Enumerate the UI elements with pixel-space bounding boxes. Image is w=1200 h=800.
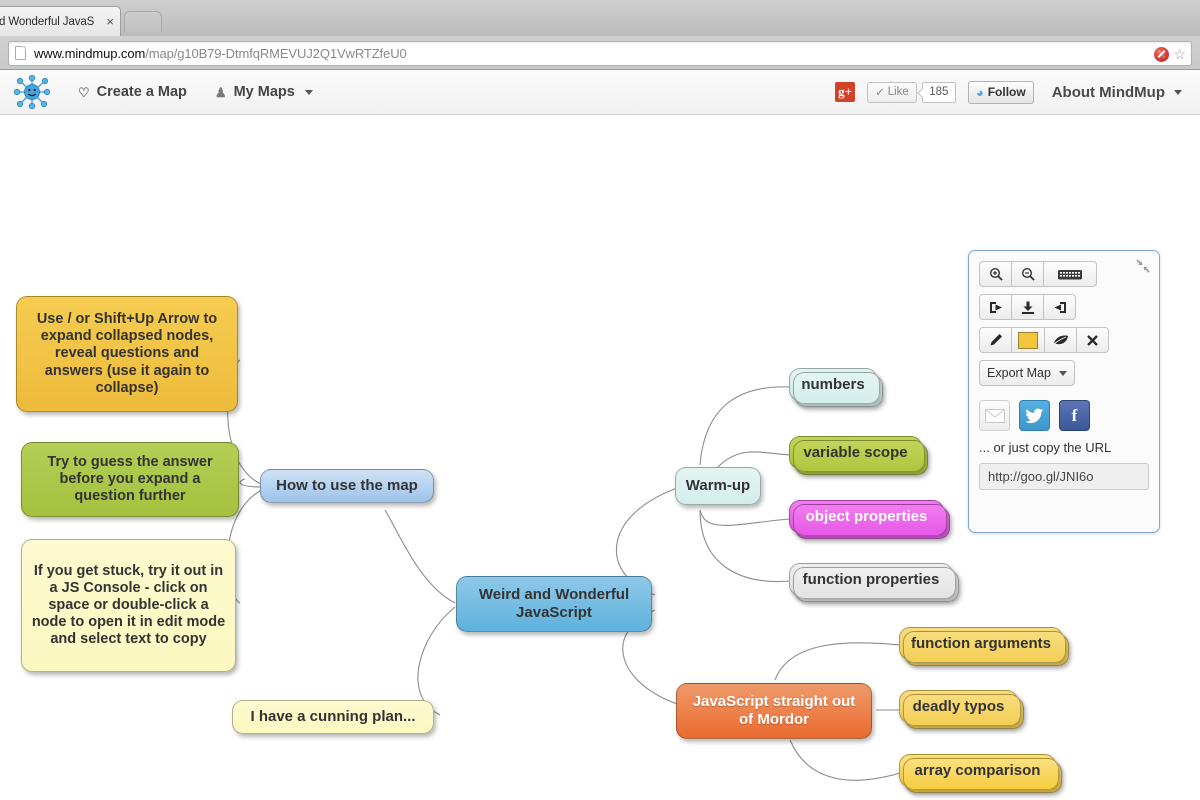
- mindmap-node[interactable]: function properties: [789, 563, 953, 596]
- chevron-down-icon: [305, 90, 313, 95]
- chevron-down-icon: [1059, 371, 1067, 376]
- page-document-icon: [15, 46, 26, 60]
- url-path: /map/g10B79-DtmfqRMEVUJ2Q1VwRTZfeU0: [145, 46, 406, 61]
- mindmap-node[interactable]: variable scope: [789, 436, 922, 469]
- map-toolbar-panel: Export Map f ... or just copy the URL: [968, 250, 1160, 533]
- tab-close-icon[interactable]: ×: [102, 15, 114, 28]
- short-url-input[interactable]: [979, 463, 1149, 490]
- follow-button-label: Follow: [988, 85, 1026, 99]
- address-bar-text: www.mindmup.com/map/g10B79-DtmfqRMEVUJ2Q…: [34, 46, 407, 61]
- mindmap-node-root[interactable]: Weird and Wonderful JavaScript: [456, 576, 652, 632]
- chevron-down-icon: [1174, 90, 1182, 95]
- like-button[interactable]: ✓ Like: [867, 82, 917, 103]
- tab-title: d Wonderful JavaS: [0, 16, 102, 28]
- zoom-out-button[interactable]: [1011, 261, 1044, 287]
- tab-strip: d Wonderful JavaS ×: [0, 0, 1200, 36]
- mindmap-node[interactable]: Use / or Shift+Up Arrow to expand collap…: [16, 296, 238, 412]
- delete-node-button[interactable]: [1076, 327, 1109, 353]
- mindmap-node[interactable]: I have a cunning plan...: [232, 700, 434, 734]
- check-icon: ✓: [875, 85, 885, 99]
- blocked-content-icon[interactable]: [1154, 47, 1169, 62]
- mindmap-node[interactable]: How to use the map: [260, 469, 434, 503]
- mindmap-canvas[interactable]: Use / or Shift+Up Arrow to expand collap…: [0, 115, 1200, 800]
- like-button-label: Like: [888, 86, 909, 98]
- mindmap-node[interactable]: array comparison: [899, 754, 1056, 787]
- keyboard-shortcuts-button[interactable]: [1043, 261, 1097, 287]
- mindmap-node[interactable]: numbers: [789, 368, 877, 401]
- share-social-row: f: [979, 400, 1149, 431]
- address-bar[interactable]: www.mindmup.com/map/g10B79-DtmfqRMEVUJ2Q…: [8, 41, 1192, 66]
- copy-url-label: ... or just copy the URL: [979, 440, 1149, 455]
- zoom-button-group: [979, 261, 1149, 287]
- url-bar-row: www.mindmup.com/map/g10B79-DtmfqRMEVUJ2Q…: [0, 36, 1200, 70]
- mindmap-node[interactable]: Try to guess the answer before you expan…: [21, 442, 239, 517]
- like-count-badge: 185: [922, 82, 956, 103]
- user-icon: ♟: [215, 86, 227, 99]
- nav-my-maps-label: My Maps: [234, 84, 295, 100]
- address-bar-icons: ☆: [1154, 42, 1186, 67]
- lightbulb-icon: ♡: [78, 86, 90, 99]
- facebook-share-icon[interactable]: f: [1059, 400, 1090, 431]
- twitter-bird-icon: ◕: [976, 86, 984, 99]
- nav-my-maps[interactable]: ♟ My Maps: [201, 84, 327, 100]
- new-tab-button[interactable]: [124, 11, 162, 32]
- style-button-group: [979, 327, 1149, 353]
- export-map-label: Export Map: [987, 366, 1051, 380]
- nav-create-a-map[interactable]: ♡ Create a Map: [64, 84, 201, 100]
- pencil-edit-button[interactable]: [979, 327, 1012, 353]
- mindmap-node[interactable]: object properties: [789, 500, 944, 533]
- mindmap-node[interactable]: Warm-up: [675, 467, 761, 505]
- browser-chrome: d Wonderful JavaS × www.mindmup.com/map/…: [0, 0, 1200, 70]
- nav-create-a-map-label: Create a Map: [97, 84, 187, 100]
- twitter-share-icon[interactable]: [1019, 400, 1050, 431]
- twitter-follow-button[interactable]: ◕ Follow: [968, 81, 1034, 104]
- browser-tab[interactable]: d Wonderful JavaS ×: [0, 6, 121, 36]
- mindmup-logo-icon[interactable]: [14, 74, 50, 110]
- mindmap-node[interactable]: deadly typos: [899, 690, 1018, 723]
- download-map-button[interactable]: [1011, 294, 1044, 320]
- node-color-swatch-button[interactable]: [1011, 327, 1045, 353]
- bookmark-star-icon[interactable]: ☆: [1173, 47, 1186, 61]
- nav-about-label: About MindMup: [1052, 84, 1165, 101]
- url-domain: www.mindmup.com: [34, 46, 145, 61]
- collapse-panel-icon[interactable]: [1135, 258, 1151, 274]
- facebook-like-widget: ✓ Like 185: [867, 82, 956, 103]
- nav-right-group: g+ ✓ Like 185 ◕ Follow About MindMup: [835, 81, 1186, 104]
- app-navbar: ♡ Create a Map ♟ My Maps g+ ✓ Like 185 ◕…: [0, 70, 1200, 115]
- import-map-button[interactable]: [1043, 294, 1076, 320]
- nav-about-mindmup[interactable]: About MindMup: [1046, 84, 1182, 101]
- leaf-clipart-button[interactable]: [1044, 327, 1077, 353]
- mindmap-node[interactable]: function arguments: [899, 627, 1063, 660]
- share-map-button[interactable]: [979, 294, 1012, 320]
- email-share-icon[interactable]: [979, 400, 1010, 431]
- export-map-button[interactable]: Export Map: [979, 360, 1075, 386]
- mindmap-node[interactable]: JavaScript straight out of Mordor: [676, 683, 872, 739]
- file-button-group: [979, 294, 1149, 320]
- mindmap-node[interactable]: If you get stuck, try it out in a JS Con…: [21, 539, 236, 672]
- zoom-in-button[interactable]: [979, 261, 1012, 287]
- google-plus-button[interactable]: g+: [835, 82, 855, 102]
- color-swatch: [1018, 332, 1038, 349]
